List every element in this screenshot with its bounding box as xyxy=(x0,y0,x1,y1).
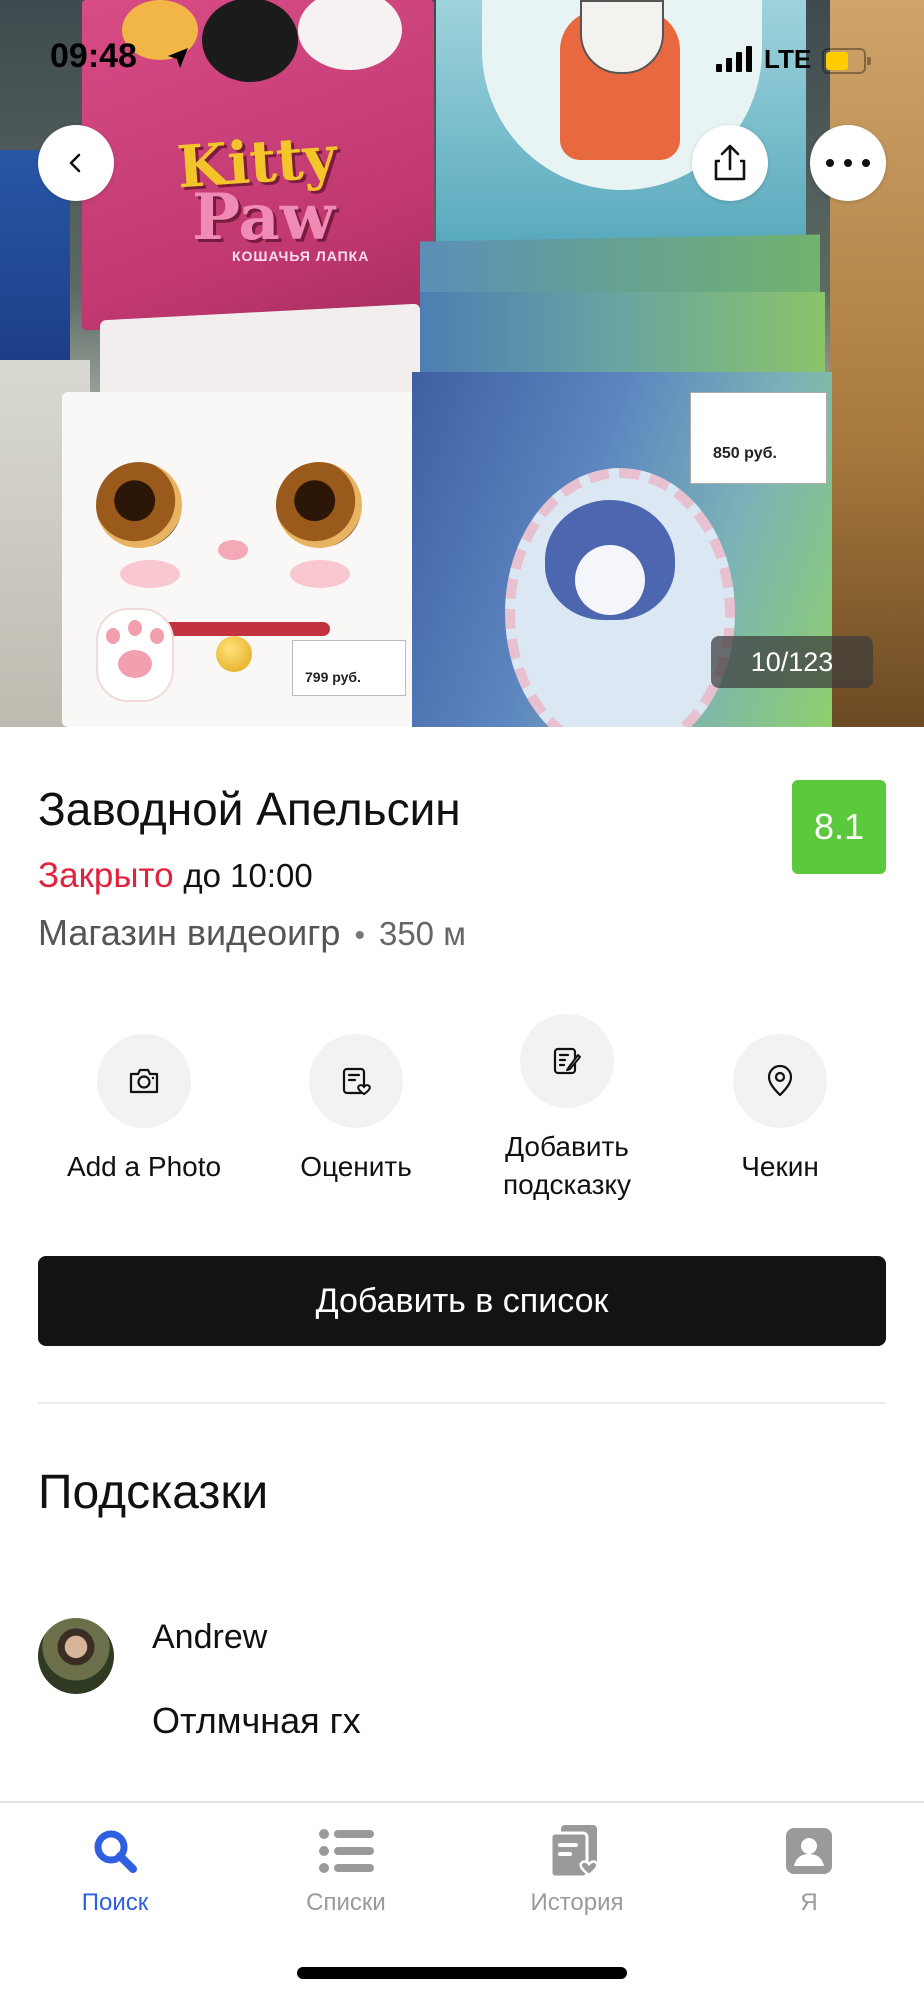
lists-icon xyxy=(319,1829,374,1873)
home-indicator[interactable] xyxy=(297,1967,627,1979)
tab-search[interactable]: Поиск xyxy=(15,1821,215,1917)
signal-icon xyxy=(716,46,752,72)
tab-lists[interactable]: Списки xyxy=(246,1821,446,1917)
tab-profile-label: Я xyxy=(800,1889,818,1916)
price-tag-right-text: 850 руб. xyxy=(713,445,777,462)
cat-paw xyxy=(98,610,172,700)
tab-history-label: История xyxy=(530,1889,624,1916)
price-tag-right: 850 руб. xyxy=(690,392,827,484)
product-subtitle: КОШАЧЬЯ ЛАПКА xyxy=(232,248,370,264)
share-button[interactable] xyxy=(692,125,768,201)
price-tag-left-text: 799 руб. xyxy=(305,669,361,685)
venue-category-line: Магазин видеоигр • 350 м xyxy=(38,912,466,954)
venue-name: Заводной Апельсин xyxy=(38,783,461,835)
tab-history[interactable]: История xyxy=(477,1821,677,1917)
rate-icon-circle xyxy=(309,1034,403,1128)
cat-collar xyxy=(150,622,330,636)
cat-bell xyxy=(216,636,252,672)
photo-counter: 10/123 xyxy=(711,636,873,688)
rate-button[interactable]: Оценить xyxy=(256,1034,456,1186)
share-icon xyxy=(714,144,746,181)
more-options-button[interactable] xyxy=(810,125,886,201)
section-divider xyxy=(38,1402,886,1404)
rate-icon xyxy=(342,1067,371,1096)
checkin-button[interactable]: Чекин xyxy=(680,1034,880,1186)
husky-face xyxy=(575,545,645,615)
venue-distance: 350 м xyxy=(378,915,466,952)
back-button[interactable] xyxy=(38,125,114,201)
open-status: Закрыто xyxy=(38,856,174,895)
tab-lists-label: Списки xyxy=(306,1889,386,1916)
add-photo-icon-circle xyxy=(97,1034,191,1128)
blue-box-2 xyxy=(420,292,825,382)
add-tip-icon-circle xyxy=(520,1014,614,1108)
history-icon xyxy=(549,1825,599,1879)
rating-badge[interactable]: 8.1 xyxy=(792,780,886,874)
cat-cheek-right xyxy=(290,560,350,588)
battery-icon xyxy=(822,48,871,74)
cat-eye-left xyxy=(96,462,182,548)
tab-profile[interactable]: Я xyxy=(709,1821,909,1917)
cat-nose xyxy=(218,540,248,560)
separator-dot: • xyxy=(354,919,365,952)
status-time: 09:48 xyxy=(50,37,137,75)
tip-edit-icon xyxy=(553,1047,581,1075)
venue-category: Магазин видеоигр xyxy=(38,912,341,953)
hours-until: до 10:00 xyxy=(183,857,313,894)
tips-section-title: Подсказки xyxy=(38,1466,269,1519)
tip-author[interactable]: Andrew xyxy=(152,1618,267,1657)
add-tip-button[interactable]: Добавить подсказку xyxy=(467,1014,667,1204)
rate-label: Оценить xyxy=(300,1151,412,1182)
tab-search-label: Поиск xyxy=(81,1889,149,1916)
network-type: LTE xyxy=(764,44,812,74)
checkin-icon-circle xyxy=(733,1034,827,1128)
price-tag-left: 799 руб. xyxy=(292,640,406,696)
add-photo-button[interactable]: Add a Photo xyxy=(44,1034,244,1186)
search-icon xyxy=(94,1830,137,1873)
tip-text: Отлмчная гх xyxy=(152,1700,361,1741)
status-bar: 09:48 LTE xyxy=(0,0,924,118)
more-dots-icon xyxy=(826,159,870,167)
add-tip-label: Добавить подсказку xyxy=(503,1131,631,1200)
chevron-left-icon xyxy=(69,153,81,173)
checkin-label: Чекин xyxy=(741,1151,819,1182)
cat-eye-right xyxy=(276,462,362,548)
camera-icon xyxy=(129,1068,159,1094)
cat-cheek-left xyxy=(120,560,180,588)
opening-hours: Закрыто до 10:00 xyxy=(38,856,313,896)
add-photo-label: Add a Photo xyxy=(66,1151,222,1182)
location-arrow-icon xyxy=(168,48,188,68)
product-logo-line-2: Paw xyxy=(192,180,335,255)
avatar[interactable] xyxy=(38,1618,114,1694)
checkin-icon xyxy=(767,1064,793,1097)
add-to-list-button[interactable]: Добавить в список xyxy=(38,1256,886,1346)
profile-icon xyxy=(786,1828,832,1874)
